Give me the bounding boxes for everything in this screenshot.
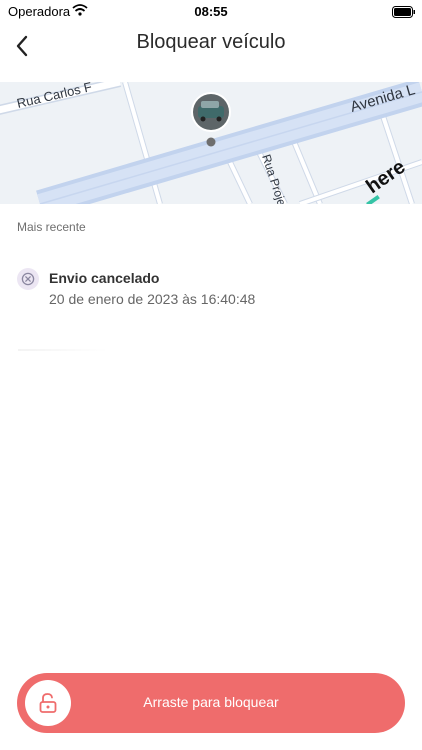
- history-event: Envio cancelado 20 de enero de 2023 às 1…: [17, 266, 407, 316]
- status-time: 08:55: [194, 4, 228, 19]
- slider-label: Arraste para bloquear: [143, 694, 279, 710]
- page-title: Bloquear veículo: [136, 31, 286, 53]
- section-label: Mais recente: [17, 220, 86, 234]
- divider: [18, 349, 108, 351]
- event-title: Envio cancelado: [49, 270, 160, 286]
- event-timestamp: 20 de enero de 2023 às 16:40:48: [49, 291, 256, 307]
- lock-slider[interactable]: Arraste para bloquear: [17, 673, 405, 733]
- cancel-icon: [17, 268, 39, 290]
- battery-icon: [392, 5, 415, 18]
- status-bar: Operadora 08:55: [0, 0, 422, 22]
- navigation-bar: Bloquear veículo: [0, 22, 422, 80]
- vehicle-map[interactable]: Rua Carlos F Avenida L Rua Proje here: [0, 82, 422, 204]
